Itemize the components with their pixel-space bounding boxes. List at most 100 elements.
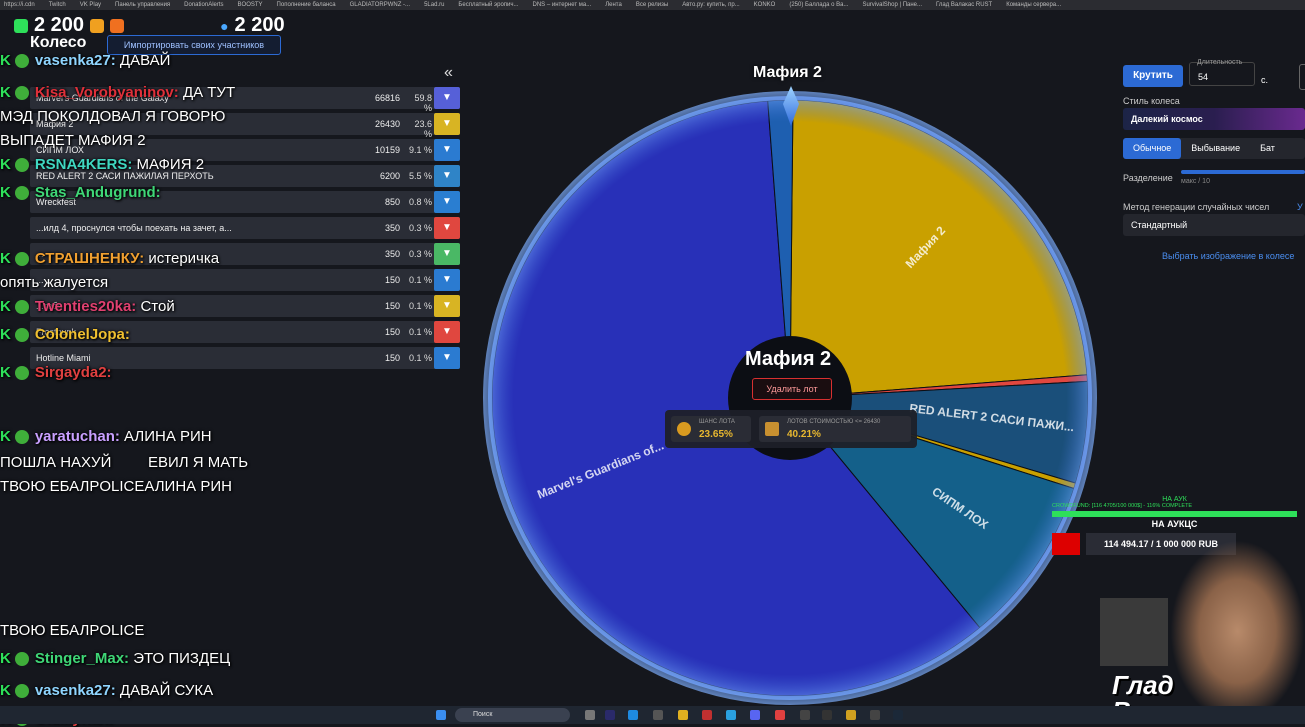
tab-battle[interactable]: Бат	[1250, 138, 1285, 159]
edge-icon[interactable]	[628, 710, 638, 720]
lot-row[interactable]: ... 350 0.3 % ▼	[30, 243, 460, 265]
chat-text: АЛИНА РИН	[124, 428, 212, 445]
lot-action-icon[interactable]: ▼	[434, 191, 460, 213]
delete-lot-button[interactable]: Удалить лот	[752, 378, 832, 400]
chat-username: Stinger_Max:	[34, 650, 130, 667]
chat-text: ТВОЮ ЕБАЛPOLICEАЛИНА РИН	[0, 478, 232, 495]
lot-row[interactable]: Frostpunk 150 0.1 % ▼	[30, 321, 460, 343]
lot-percent: 5.5 %	[408, 171, 432, 181]
lot-action-icon[interactable]: ▼	[434, 139, 460, 161]
lot-name: СИПМ ЛОХ	[36, 145, 84, 155]
chat-text: ЭТО ПИЗДЕЦ	[133, 650, 231, 667]
lot-action-icon[interactable]: ▼	[434, 347, 460, 369]
lot-amount: 350	[384, 249, 400, 259]
taskbar-app-icon[interactable]	[800, 710, 810, 720]
tab-normal[interactable]: Обычное	[1123, 138, 1182, 159]
opera-icon[interactable]	[702, 710, 712, 720]
lot-name: Marvel's Guardians of the Galaxy	[36, 93, 169, 103]
windows-start-icon[interactable]	[436, 710, 446, 720]
bookmark-item[interactable]: (250) Баллада о Ва...	[789, 0, 848, 10]
chat-avatar	[14, 158, 29, 173]
bookmark-item[interactable]: Авто.ру: купить, пр...	[682, 0, 739, 10]
chat-message: K Stinger_Max: ЭТО ПИЗДЕЦ	[0, 650, 230, 667]
terminal-icon[interactable]	[822, 710, 832, 720]
bookmark-item[interactable]: Лента	[605, 0, 622, 10]
lot-list: Marvel's Guardians of the Galaxy 66816 59.…	[30, 87, 460, 373]
bookmark-item[interactable]: VK Play	[80, 0, 101, 10]
lot-row[interactable]: ...илд 4, проснулся чтобы поехать на зач…	[30, 217, 460, 239]
lot-row[interactable]: Hotline Miami 150 0.1 % ▼	[30, 347, 460, 369]
rng-link[interactable]: У	[1297, 202, 1303, 212]
lot-name: Wreckfest	[36, 197, 76, 207]
spin-button[interactable]: Крутить	[1123, 65, 1183, 87]
style-select[interactable]: Далекий космос	[1123, 108, 1305, 130]
bookmark-item[interactable]: Панель управления	[115, 0, 170, 10]
chat-avatar	[14, 652, 29, 667]
lot-row[interactable]: ... 150 0.1 % ▼	[30, 269, 460, 291]
bookmark-item[interactable]: Пополнение баланса	[277, 0, 336, 10]
bookmark-item[interactable]: Twitch	[49, 0, 66, 10]
tab-elimination[interactable]: Выбывание	[1181, 138, 1250, 159]
lot-row[interactable]: Marvel's Guardians of the Galaxy 66816 59.…	[30, 87, 460, 113]
chrome-icon[interactable]	[678, 710, 688, 720]
lot-row[interactable]: СИПМ ЛОХ 10159 9.1 % ▼	[30, 139, 460, 161]
bookmark-item[interactable]: 5Lad.ru	[424, 0, 444, 10]
telegram-icon[interactable]	[726, 710, 736, 720]
lot-action-icon[interactable]: ▼	[434, 217, 460, 239]
lot-row[interactable]: Мафия 2 26430 23.6 % ▼	[30, 113, 460, 139]
bookmark-item[interactable]: BOOSTY	[238, 0, 263, 10]
lot-amount: 150	[384, 275, 400, 285]
lot-action-icon[interactable]: ▼	[434, 165, 460, 187]
d-icon	[90, 18, 105, 33]
bookmark-item[interactable]: Бесплатный эропич...	[458, 0, 518, 10]
obs-icon[interactable]	[870, 710, 880, 720]
collapse-icon[interactable]: «	[444, 64, 453, 82]
bookmark-item[interactable]: KONKO	[754, 0, 776, 10]
import-participants-button[interactable]: Импортировать своих участников	[107, 35, 281, 55]
bookmark-item[interactable]: https://i.cdn	[4, 0, 35, 10]
bookmark-item[interactable]: Глад Валакас RUST	[936, 0, 992, 10]
lot-row[interactable]: ...тебя 150 0.1 % ▼	[30, 295, 460, 317]
chat-text: ПОШЛА НАХУЙ	[0, 454, 112, 471]
bookmark-item[interactable]: Все релизы	[636, 0, 668, 10]
bookmark-item[interactable]: GLADIATORPWNZ -...	[350, 0, 410, 10]
bookmark-item[interactable]: Команды сервера...	[1006, 0, 1061, 10]
lot-row[interactable]: RED ALERT 2 САСИ ПАЖИЛАЯ ПЕРХОТЬ 6200 5.5 …	[30, 165, 460, 187]
taskbar-app-icon[interactable]	[846, 710, 856, 720]
chat-avatar	[14, 430, 29, 445]
lot-action-icon[interactable]: ▼	[434, 321, 460, 343]
target-icon	[677, 422, 691, 436]
lot-action-icon[interactable]: ▼	[434, 113, 460, 135]
crowdfund-bar	[1052, 511, 1297, 517]
discord-icon[interactable]	[750, 710, 760, 720]
kick-icon: K	[0, 52, 11, 69]
lot-action-icon[interactable]: ▼	[434, 243, 460, 265]
taskbar-app-icon[interactable]	[775, 710, 785, 720]
lot-percent: 59.8 %	[414, 93, 432, 113]
lot-amount: 150	[384, 301, 400, 311]
pointer-label: Мафия 2	[753, 64, 822, 81]
bookmark-item[interactable]: SurvivalShop | Пане...	[862, 0, 922, 10]
lot-row[interactable]: Wreckfest 850 0.8 % ▼	[30, 191, 460, 213]
lot-action-icon[interactable]: ▼	[434, 87, 460, 109]
lot-action-icon[interactable]: ▼	[434, 295, 460, 317]
lot-name: Frostpunk	[36, 327, 77, 337]
premiere-icon[interactable]	[605, 710, 615, 720]
split-slider[interactable]	[1181, 170, 1305, 174]
auction-color-swatch	[1052, 533, 1080, 555]
bookmark-item[interactable]: DonationAlerts	[184, 0, 223, 10]
lot-name: ...илд 4, проснулся чтобы поехать на зач…	[36, 223, 232, 233]
webcam-thumbnail	[1100, 598, 1168, 666]
side-toggle[interactable]	[1299, 64, 1305, 90]
choose-image-link[interactable]: Выбрать изображение в колесе	[1162, 251, 1294, 261]
bookmark-item[interactable]: DNS – интернет ма...	[533, 0, 592, 10]
taskbar-app-icon[interactable]	[653, 710, 663, 720]
taskbar-app-icon[interactable]	[585, 710, 595, 720]
taskbar: Поиск	[0, 706, 1305, 724]
taskbar-search[interactable]: Поиск	[455, 708, 570, 722]
lot-percent: 9.1 %	[408, 145, 432, 155]
steam-icon[interactable]	[893, 710, 903, 720]
rng-select[interactable]: Стандартный	[1123, 214, 1305, 236]
lot-action-icon[interactable]: ▼	[434, 269, 460, 291]
chat-avatar	[14, 186, 29, 201]
